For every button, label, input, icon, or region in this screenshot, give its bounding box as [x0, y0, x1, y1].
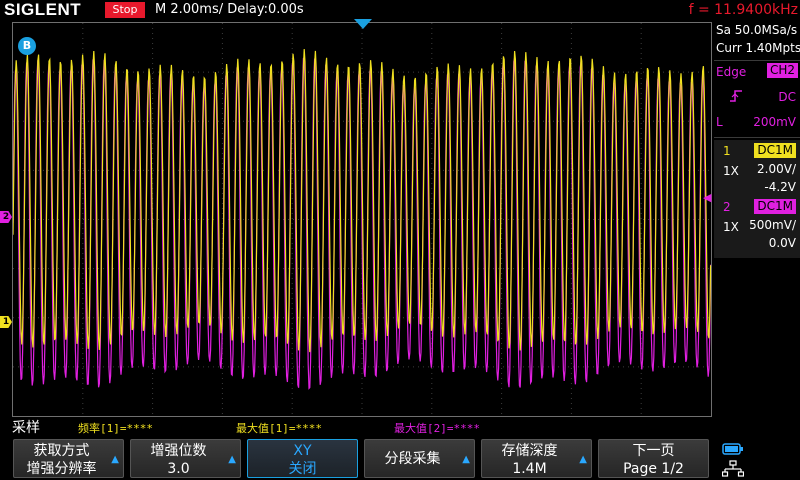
ch1-impedance: DC1M [754, 143, 796, 158]
right-info-panel: Sa 50.0MSa/s Curr 1.40Mpts Edge CH2 DC L… [714, 20, 800, 437]
ch1-scale: 2.00V/ [757, 162, 796, 176]
sample-rate: Sa 50.0MSa/s [716, 23, 798, 37]
trigger-source: CH2 [766, 63, 798, 78]
rising-edge-icon [730, 90, 742, 102]
brand-logo: SIGLENT [4, 0, 82, 19]
waveform-display[interactable] [12, 22, 712, 417]
softkey-label: 分段采集 [384, 451, 441, 467]
trigger-level-label: L [716, 115, 723, 129]
up-arrow-icon: ▲ [111, 454, 119, 465]
status-tray [718, 441, 798, 478]
ch1-offset-marker[interactable]: 1 [0, 316, 12, 328]
softkey-sequence[interactable]: 分段采集 ▲ [364, 439, 475, 478]
trigger-level-value: 200mV [753, 115, 796, 129]
softkey-label: XY [293, 443, 312, 459]
memory-depth: Curr 1.40Mpts [716, 41, 800, 55]
ch2-offset: 0.0V [768, 236, 796, 250]
divider [714, 60, 800, 61]
ch2-scale: 500mV/ [749, 218, 796, 232]
softkey-next-page[interactable]: 下一页 Page 1/2 [598, 439, 709, 478]
softkey-label: 获取方式 [33, 443, 90, 459]
ch2-impedance: DC1M [754, 199, 796, 214]
softkey-value: 1.4M [512, 461, 547, 477]
softkey-xy[interactable]: XY 关闭 [247, 439, 358, 478]
network-icon [722, 460, 744, 477]
softkey-value: 关闭 [288, 461, 317, 477]
ch2-info[interactable]: 2 DC1M 1X 500mV/ 0.0V [714, 196, 800, 258]
up-arrow-icon: ▲ [462, 454, 470, 465]
frequency-counter: f = 11.9400kHz [688, 2, 798, 18]
softkey-value: Page 1/2 [623, 461, 684, 477]
softkey-label: 增强位数 [150, 443, 207, 459]
top-status-bar: SIGLENT Stop M 2.00ms/ Delay:0.00s f = 1… [0, 0, 800, 20]
softkey-bar: 获取方式 增强分辨率 ▲ 增强位数 3.0 ▲ XY 关闭 分段采集 ▲ 存储深… [0, 437, 800, 480]
ch2-offset-marker[interactable]: 2 [0, 211, 12, 223]
softkey-label: 下一页 [632, 443, 675, 459]
softkey-acquire-mode[interactable]: 获取方式 增强分辨率 ▲ [13, 439, 124, 478]
ch1-number: 1 [723, 144, 731, 158]
waveform-traces [13, 49, 711, 390]
ch2-probe: 1X [723, 220, 739, 234]
ch1-probe: 1X [723, 164, 739, 178]
menu-title: 采样 [12, 420, 40, 436]
softkey-label: 存储深度 [501, 443, 558, 459]
up-arrow-icon: ▲ [579, 454, 587, 465]
divider [714, 137, 800, 138]
measurement-bar: 采样 频率[1]=**** 最大值[1]=**** 最大值[2]=**** [0, 419, 712, 437]
measurement-item[interactable]: 频率[1]=**** [78, 422, 153, 436]
battery-icon [722, 443, 743, 455]
measurement-item[interactable]: 最大值[2]=**** [394, 422, 480, 436]
trigger-coupling: DC [778, 90, 796, 104]
ch2-number: 2 [723, 200, 731, 214]
ch1-info[interactable]: 1 DC1M 1X 2.00V/ -4.2V [714, 140, 800, 202]
softkey-memory-depth[interactable]: 存储深度 1.4M ▲ [481, 439, 592, 478]
trigger-position-marker[interactable] [354, 19, 372, 29]
trigger-type: Edge [716, 65, 747, 79]
run-stop-badge[interactable]: Stop [105, 2, 145, 18]
softkey-eres-bits[interactable]: 增强位数 3.0 ▲ [130, 439, 241, 478]
timebase-readout[interactable]: M 2.00ms/ Delay:0.00s [155, 0, 304, 20]
measurement-item[interactable]: 最大值[1]=**** [236, 422, 322, 436]
bandwidth-badge: B [18, 37, 36, 55]
ch1-offset: -4.2V [764, 180, 796, 194]
softkey-value: 增强分辨率 [26, 461, 97, 477]
softkey-value: 3.0 [167, 461, 190, 477]
up-arrow-icon: ▲ [228, 454, 236, 465]
